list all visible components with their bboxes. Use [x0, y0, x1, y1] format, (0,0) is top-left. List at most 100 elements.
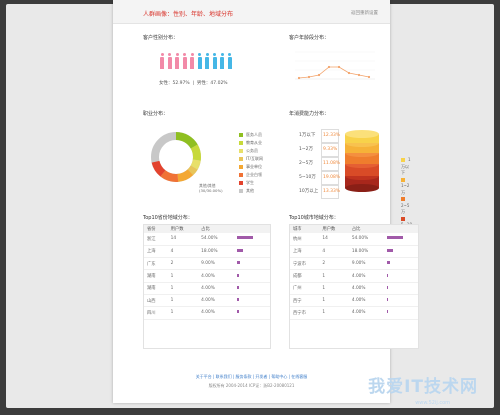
- cell-count: 1: [319, 294, 349, 308]
- legend-label: 企业白领: [246, 172, 262, 177]
- province-section-title: Top10省份地域分布：: [143, 215, 193, 221]
- page-title: 人群画像：性别、年龄、地域分布: [143, 11, 234, 18]
- cell-bar: [383, 269, 418, 283]
- age-point: [337, 65, 341, 69]
- female-person-icon: [189, 53, 195, 69]
- income-row-pct: 12.33%: [321, 129, 340, 143]
- footer-copyright: 版权所有 2004-2014 ICP证：浙B2-20080121: [208, 383, 295, 388]
- legend-label: 医务人员: [246, 132, 262, 137]
- income-row: 1~2万 9.33%: [299, 143, 339, 157]
- cell-count: 1: [167, 269, 199, 283]
- legend-label: 事业单位: [246, 164, 262, 169]
- income-row-pct: 19.08%: [321, 171, 340, 185]
- cell-count: 1: [319, 306, 349, 320]
- age-point: [317, 73, 321, 77]
- report-sheet: 人群画像：性别、年龄、地域分布 返回重新设置 客户性别分布： 女性：52.97%…: [113, 0, 419, 403]
- income-row-label: 5~10万: [299, 175, 316, 180]
- cell-bar: [383, 306, 418, 320]
- column-header: 用户数: [167, 225, 199, 233]
- job-donut-chart: [151, 132, 201, 182]
- male-person-icon: [197, 53, 203, 69]
- cell-pct: 9.00%: [198, 257, 235, 271]
- share-bar: [237, 298, 239, 302]
- table-row: 上海 4 18.00%: [290, 245, 418, 259]
- cell-name: 广州: [290, 282, 320, 295]
- table-header-row: 城市 用户数 占比: [290, 225, 418, 233]
- age-point: [297, 76, 301, 80]
- donut-callout-value: (30/30.00%): [199, 188, 223, 193]
- male-person-icon: [212, 53, 218, 69]
- cell-name: 浙江: [144, 233, 168, 246]
- cell-bar: [234, 282, 270, 295]
- cell-bar: [234, 306, 270, 320]
- reset-link[interactable]: 返回重新设置: [351, 10, 378, 16]
- income-row: 10万以上 13.33%: [299, 185, 340, 199]
- income-row-label: 1~2万: [299, 147, 313, 152]
- legend-item: 事业单位: [239, 163, 263, 171]
- cell-count: 2: [319, 257, 349, 271]
- cell-name: 杭州: [290, 233, 320, 246]
- province-table: 省份 用户数 占比 浙江 14 54.00% 上海 4 18.00% 广东 2 9.00% …: [144, 225, 270, 320]
- legend-swatch: [239, 165, 243, 169]
- column-header: [383, 225, 418, 233]
- cell-pct: 4.00%: [198, 306, 235, 320]
- legend-swatch: [401, 158, 405, 162]
- income-row-pct: 11.08%: [321, 157, 340, 171]
- province-table-panel: 省份 用户数 占比 浙江 14 54.00% 上海 4 18.00% 广东 2 9.00% …: [143, 224, 271, 349]
- age-point: [327, 65, 331, 69]
- legend-item: 公务员: [239, 147, 263, 155]
- cell-bar: [234, 245, 270, 259]
- header-bar: 人群画像：性别、年龄、地域分布 返回重新设置: [113, 0, 390, 24]
- income-row-label: 1万以下: [299, 133, 316, 138]
- city-section-title: Top10城市地域分布：: [289, 215, 339, 221]
- cell-count: 4: [167, 245, 199, 259]
- table-row: 四川 1 4.00%: [144, 306, 270, 320]
- share-bar: [237, 285, 239, 289]
- age-point: [367, 75, 371, 79]
- table-row: 宁波市 2 9.00%: [290, 257, 418, 271]
- cell-pct: 54.00%: [348, 233, 384, 246]
- footer-links[interactable]: 关于平台 | 联系我们 | 服务条款 | 开发者 | 帮助中心 | 在线客服: [113, 374, 390, 380]
- age-section-title: 客户年龄段分布：: [289, 35, 330, 41]
- donut-callout: 其他/其他 (30/30.00%): [199, 183, 223, 193]
- female-label: 女性：: [159, 81, 173, 86]
- table-header-row: 省份 用户数 占比: [144, 225, 270, 233]
- column-header: 占比: [198, 225, 235, 233]
- column-header: 省份: [144, 225, 168, 233]
- column-header: 占比: [348, 225, 384, 233]
- cell-bar: [383, 257, 418, 271]
- cell-name: 西宁: [290, 294, 320, 308]
- cell-name: 宁波市: [290, 257, 320, 271]
- income-row-pct: 9.33%: [321, 143, 339, 157]
- cell-pct: 4.00%: [348, 306, 384, 320]
- age-point: [307, 75, 311, 79]
- income-row-pct: 13.33%: [321, 185, 340, 199]
- table-row: 西宁市 1 4.00%: [290, 306, 418, 320]
- cell-pct: 54.00%: [198, 233, 235, 246]
- legend-item: 1~2万: [401, 177, 412, 197]
- share-bar: [386, 273, 389, 277]
- legend-swatch: [239, 149, 243, 153]
- cell-pct: 4.00%: [198, 282, 235, 295]
- legend-item: IT/互联网: [239, 155, 263, 163]
- legend-label: 其他: [246, 188, 254, 193]
- share-bar: [386, 298, 389, 302]
- legend-swatch: [239, 181, 243, 185]
- income-label-list: 1万以下 12.33% 1~2万 9.33% 2~5万 11.08% 5~10万 19.…: [299, 129, 340, 199]
- legend-item: 医务人员: [239, 131, 263, 139]
- cell-count: 1: [319, 269, 349, 283]
- male-pct: 47.02%: [210, 81, 228, 86]
- table-row: 上海 4 18.00%: [144, 245, 270, 259]
- cell-name: 成都: [290, 269, 320, 283]
- legend-item: 1万以下: [401, 157, 412, 177]
- income-row-label: 2~5万: [299, 161, 313, 166]
- cell-name: 湖南: [144, 282, 168, 295]
- cell-bar: [383, 282, 418, 295]
- legend-swatch: [401, 197, 405, 201]
- page-footer: 关于平台 | 联系我们 | 服务条款 | 开发者 | 帮助中心 | 在线客服 版…: [113, 374, 390, 389]
- cell-pct: 4.00%: [348, 269, 384, 283]
- gender-icon-row: [159, 53, 233, 69]
- legend-label: 2~5万: [401, 202, 410, 215]
- gender-section-title: 客户性别分布：: [143, 35, 179, 41]
- cell-name: 上海: [144, 245, 168, 259]
